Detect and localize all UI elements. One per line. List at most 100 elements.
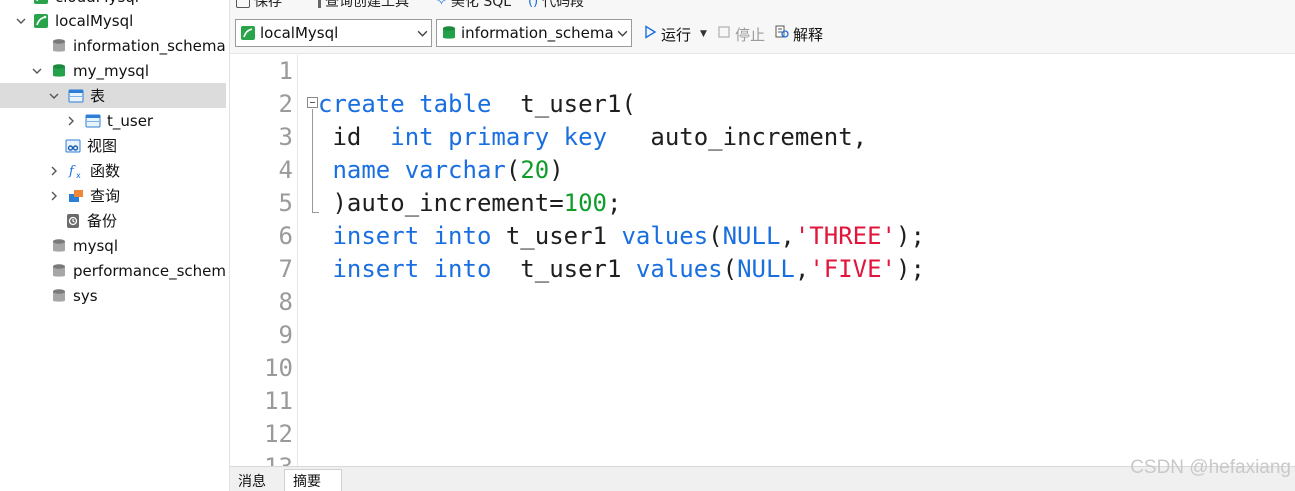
line-number: 1 <box>278 57 293 85</box>
line-number: 5 <box>278 189 293 217</box>
query-icon <box>68 188 84 204</box>
chevron-right-icon[interactable] <box>47 164 61 178</box>
fold-toggle[interactable] <box>307 97 318 108</box>
line-number: 4 <box>278 156 293 184</box>
chevron-down-icon[interactable] <box>30 64 44 78</box>
code-text: ); <box>896 222 925 250</box>
explain-icon <box>775 25 789 43</box>
explain-button[interactable]: 解释 <box>775 24 823 44</box>
line-number: 12 <box>264 420 293 448</box>
code-keyword: values <box>635 255 723 283</box>
database-open-icon <box>51 63 67 79</box>
line-number: 9 <box>278 321 293 349</box>
line-number: 13 <box>233 451 293 466</box>
tree-item-db-sys[interactable]: sys <box>0 283 226 308</box>
code-text: ( <box>505 156 521 184</box>
beautify-sql-button[interactable]: ✧ 美化 SQL <box>436 0 511 11</box>
tree-item-db-information-schema[interactable]: information_schema <box>0 33 226 58</box>
code-text: ( <box>722 255 738 283</box>
tab-summary[interactable]: 摘要 <box>284 469 342 491</box>
table-folder-icon <box>68 88 84 104</box>
database-icon <box>51 263 67 279</box>
code-snippet-button[interactable]: () 代码段 <box>528 0 584 11</box>
tree-item-queries-folder[interactable]: 查询 <box>0 183 226 208</box>
mysql-connection-icon <box>240 25 256 41</box>
sql-editor[interactable]: 1 2 3 4 5 6 7 8 9 10 11 12 13 create tab… <box>230 55 1295 466</box>
code-keyword: int <box>390 123 434 151</box>
tree-item-label: performance_schema <box>73 261 226 280</box>
connection-select-value: localMysql <box>260 24 339 42</box>
line-number: 7 <box>278 255 293 283</box>
database-select-value: information_schema <box>461 24 613 42</box>
tree-item-label: 查询 <box>90 187 121 205</box>
chevron-down-icon[interactable] <box>14 0 28 4</box>
tab-label: 消息 <box>238 473 266 490</box>
chevron-right-icon[interactable] <box>64 114 78 128</box>
run-button[interactable]: 运行 <box>643 24 691 44</box>
code-number: 100 <box>563 189 607 217</box>
code-line-7: insert into t_user1 values(NULL,'FIVE'); <box>318 253 925 286</box>
navigator-sidebar: cloudMysql localMysql information_schema… <box>0 0 230 491</box>
chevron-down-icon <box>413 28 431 39</box>
connection-select[interactable]: localMysql <box>235 19 432 47</box>
code-line-2: create table t_user1( <box>318 88 636 121</box>
database-open-icon <box>441 25 457 41</box>
code-keyword: key <box>563 123 608 151</box>
chevron-down-icon[interactable] <box>47 89 61 103</box>
tree-item-backups-folder[interactable]: 备份 <box>0 208 226 233</box>
line-number: 6 <box>278 222 293 250</box>
svg-text:f: f <box>68 164 76 179</box>
table-icon <box>85 113 101 129</box>
tree-item-db-mysql[interactable]: mysql <box>0 233 226 258</box>
code-keyword: NULL <box>722 222 781 250</box>
tree-item-label: localMysql <box>55 11 134 30</box>
code-line-4: name varchar(20) <box>318 154 564 187</box>
tree-item-connection-localmysql[interactable]: localMysql <box>0 8 226 33</box>
code-text: )auto_increment= <box>318 189 564 217</box>
code-keyword: into <box>433 222 492 250</box>
backup-icon <box>65 213 81 229</box>
tree-item-label: information_schema <box>73 36 226 55</box>
code-keyword: varchar <box>404 156 506 184</box>
code-text: id <box>318 123 391 151</box>
save-icon <box>236 0 250 8</box>
view-icon <box>65 138 81 154</box>
code-keyword: values <box>621 222 709 250</box>
database-select[interactable]: information_schema <box>436 19 632 47</box>
tab-messages[interactable]: 消息 <box>230 469 274 491</box>
stop-button[interactable]: 停止 <box>717 24 765 44</box>
line-number: 11 <box>264 387 293 415</box>
tree-item-table-t-user[interactable]: t_user <box>0 108 226 133</box>
code-string: 'FIVE' <box>809 255 897 283</box>
line-number: 10 <box>264 354 293 382</box>
tree-item-label: my_mysql <box>73 61 149 80</box>
tree-item-functions-folder[interactable]: fx 函数 <box>0 158 226 183</box>
line-number: 3 <box>278 123 293 151</box>
tree-item-label: mysql <box>73 236 118 255</box>
tree-item-views-folder[interactable]: 视图 <box>0 133 226 158</box>
chevron-right-icon[interactable] <box>47 189 61 203</box>
code-text: auto_increment, <box>607 123 868 151</box>
query-toolbar: localMysql information_schema 运行 ▼ 停止 解释 <box>230 12 1295 54</box>
tree-item-label: sys <box>73 286 98 305</box>
code-text: ); <box>896 255 925 283</box>
query-toolbar-top: 保存 查询创建工具 ✧ 美化 SQL () 代码段 <box>230 0 1295 12</box>
play-icon <box>643 25 657 43</box>
tree-item-db-performance-schema[interactable]: performance_schema <box>0 258 226 283</box>
tree-item-db-my-mysql[interactable]: my_mysql <box>0 58 226 83</box>
code-text: ) <box>549 156 564 184</box>
tree-item-label: 备份 <box>87 212 118 230</box>
tree-item-label: 视图 <box>87 137 118 155</box>
run-options-dropdown[interactable]: ▼ <box>700 24 707 44</box>
save-button[interactable]: 保存 <box>236 0 282 11</box>
code-keyword: name <box>332 156 391 184</box>
tree-item-tables-folder[interactable]: 表 <box>0 83 226 108</box>
query-builder-button[interactable]: 查询创建工具 <box>318 0 409 11</box>
chevron-down-icon[interactable] <box>14 14 28 28</box>
code-keyword: table <box>419 90 492 118</box>
